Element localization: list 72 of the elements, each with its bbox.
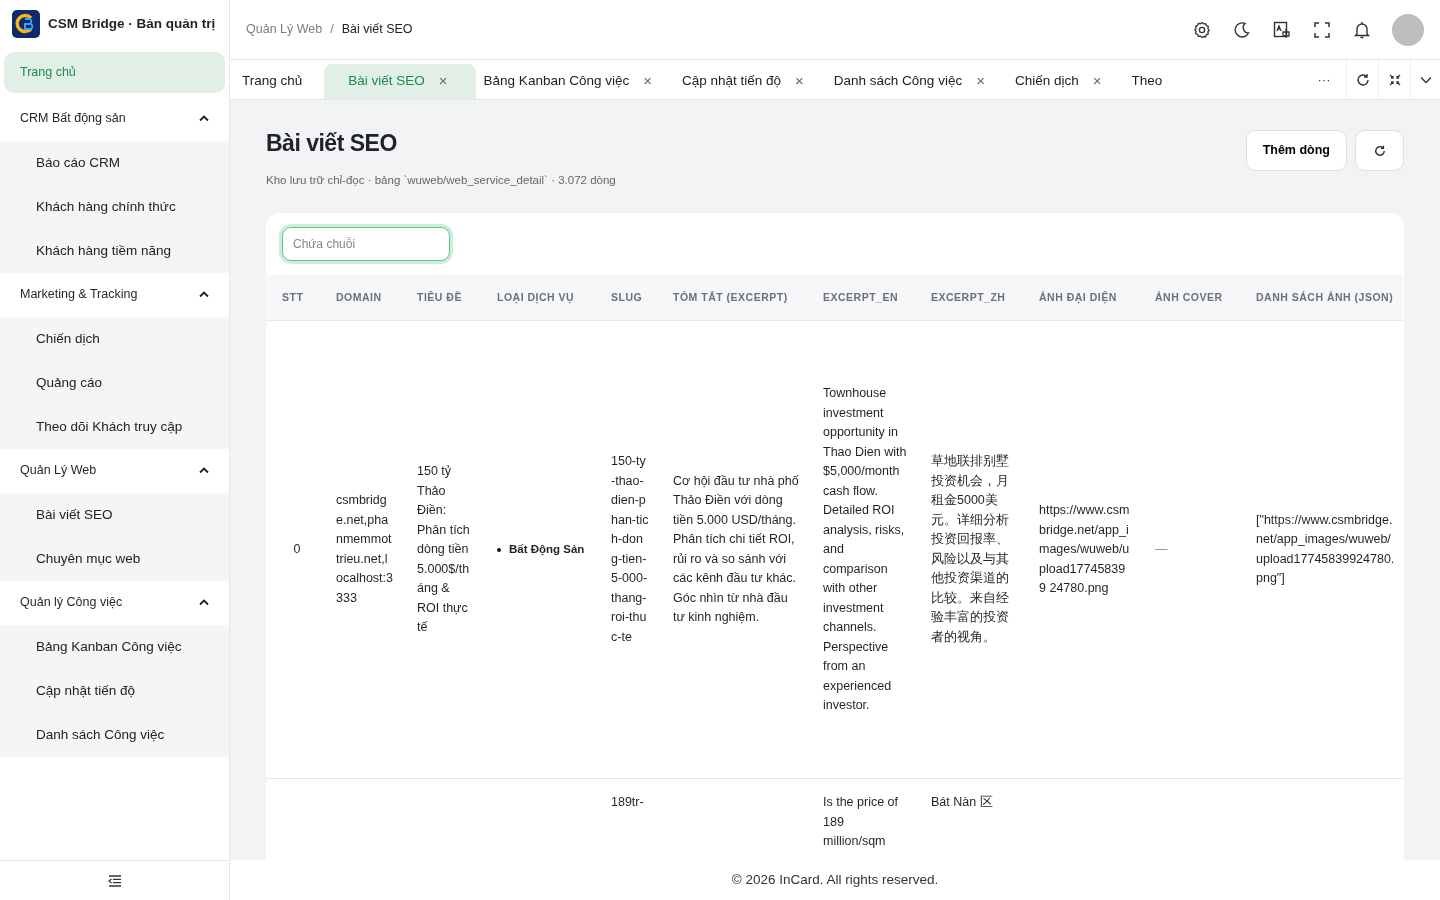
- sidebar-item[interactable]: Báo cáo CRM: [0, 140, 229, 185]
- table-cell: ["https://www.csmbridge.net/app_images/wuweb/upload17745839924780.png"]: [1240, 320, 1403, 779]
- sidebar-group[interactable]: Quản lý Công việc: [20, 593, 123, 613]
- sidebar-item[interactable]: Theo dõi Khách truy cập: [0, 404, 229, 449]
- tab[interactable]: Chiến dịch ×: [1006, 64, 1124, 99]
- column-header[interactable]: ẢNH ĐẠI DIỆN: [1023, 274, 1139, 321]
- filter-field[interactable]: Chứa chuỗi: [282, 226, 450, 261]
- sidebar-item[interactable]: Trang chủ: [4, 52, 225, 93]
- column-header[interactable]: DOMAIN: [320, 274, 401, 321]
- reload-button[interactable]: [1355, 130, 1404, 171]
- column-header[interactable]: DANH SÁCH ẢNH (JSON): [1240, 274, 1403, 321]
- sidebar-item[interactable]: Chuyên mục web: [0, 536, 229, 581]
- app-title: CSM Bridge · Bản quản trị: [48, 14, 216, 33]
- table-cell: Townhouse investment opportunity in Thao Dien with $5,000/month cash flow. Detailed ROI analysis, risks, and comparison with other investment channels. Perspective from an experienced investor.: [807, 320, 915, 779]
- page-subtitle: Kho lưu trữ chỉ-đọc · bảng `wuweb/web_service_detail` · 3.072 dòng: [266, 172, 616, 188]
- breadcrumb-separator: /: [330, 21, 334, 39]
- bullet-icon: [497, 547, 501, 552]
- breadcrumb-current: Bài viết SEO: [341, 21, 413, 39]
- sidebar-group[interactable]: Marketing & Tracking: [20, 285, 138, 305]
- add-row-button[interactable]: Thêm dòng: [1245, 130, 1347, 171]
- column-header[interactable]: EXCERPT_ZH: [915, 274, 1023, 321]
- sidebar-item[interactable]: Bài viết SEO: [0, 492, 229, 537]
- tab[interactable]: Trang chủ: [234, 64, 325, 99]
- sidebar-item[interactable]: Bảng Kanban Công việc: [0, 624, 229, 669]
- close-icon[interactable]: ×: [1092, 70, 1102, 93]
- table-cell: 150-ty-thao-dien-phan-tich-dong-tien-5-000-thang-roi-thuc-te: [595, 320, 657, 779]
- tab[interactable]: Theo: [1123, 64, 1185, 99]
- table-cell: Cơ hội đầu tư nhà phố Thảo Điền với dòng tiền 5.000 USD/tháng. Phân tích chi tiết ROI, rủi ro và so sánh với các kênh đầu tư khác. Góc nhìn từ nhà đầu tư kinh nghiệm.: [657, 320, 807, 779]
- sidebar-item[interactable]: Khách hàng tiềm năng: [0, 228, 229, 273]
- table-cell: 草地联排别墅投资机会，月租金5000美元。详细分析投资回报率、风险以及与其他投资渠道的比较。来自经验丰富的投资者的视角。: [915, 320, 1023, 779]
- page-title: Bài viết SEO: [266, 130, 398, 158]
- logo-icon: [12, 10, 40, 38]
- sidebar-item[interactable]: Khách hàng chính thức: [0, 184, 229, 229]
- table-cell: 0: [266, 320, 320, 779]
- moon-icon[interactable]: [1232, 19, 1252, 40]
- sidebar-item[interactable]: Danh sách Công việc: [0, 712, 229, 757]
- sidebar-item[interactable]: Quảng cáo: [0, 360, 229, 405]
- refresh-icon: [1355, 72, 1370, 87]
- column-header[interactable]: TÓM TẮT (EXCERPT): [657, 274, 807, 321]
- close-icon[interactable]: ×: [976, 70, 985, 93]
- service-tag: Bất Động Sản: [509, 541, 585, 559]
- bell-icon[interactable]: [1352, 19, 1372, 40]
- sidebar-item[interactable]: Cập nhật tiến độ: [0, 668, 229, 713]
- column-header[interactable]: ẢNH COVER: [1139, 274, 1240, 321]
- copyright-text: © 2026 InCard. All rights reserved.: [731, 870, 939, 889]
- close-icon[interactable]: ×: [643, 70, 652, 93]
- column-header[interactable]: SLUG: [595, 274, 657, 321]
- fullscreen-icon[interactable]: [1312, 19, 1332, 40]
- close-icon[interactable]: ×: [438, 70, 448, 93]
- tab[interactable]: Cập nhật tiến độ ×: [673, 64, 826, 99]
- column-header[interactable]: LOẠI DỊCH VỤ: [481, 274, 595, 321]
- collapse-icon: [1388, 73, 1401, 86]
- chevron-down-icon: [1419, 75, 1432, 84]
- column-header[interactable]: EXCERPT_EN: [807, 274, 915, 321]
- tab[interactable]: Bảng Kanban Công việc ×: [475, 64, 674, 99]
- tab[interactable]: Bài viết SEO ×: [324, 64, 476, 99]
- sidebar-item[interactable]: Chiến dịch: [0, 316, 229, 361]
- sidebar-group[interactable]: Quản Lý Web: [20, 461, 97, 481]
- column-header[interactable]: STT: [266, 274, 320, 321]
- table-cell: 150 tỷ Thảo Điền: Phân tích dòng tiền 5.000$/tháng & ROI thực tế: [401, 320, 481, 779]
- close-icon[interactable]: ×: [795, 70, 804, 93]
- table-cell: https://www.csmbridge.net/app_images/wuweb/upload177458399 24780.png: [1023, 320, 1139, 779]
- column-header[interactable]: TIÊU ĐỀ: [401, 274, 481, 321]
- tab[interactable]: Danh sách Công việc ×: [825, 64, 1007, 99]
- settings-icon[interactable]: [1192, 19, 1212, 40]
- menu-collapse-icon[interactable]: [107, 874, 122, 887]
- breadcrumb-link[interactable]: Quản Lý Web: [246, 20, 323, 39]
- translate-icon[interactable]: [1272, 19, 1292, 40]
- refresh-icon: [1373, 144, 1386, 157]
- table-cell: csmbridge.net,phanmemmottrieu.net,localhost:3333: [320, 320, 401, 779]
- table-cell: —: [1139, 320, 1240, 779]
- sidebar-group[interactable]: CRM Bất động sản: [20, 109, 126, 129]
